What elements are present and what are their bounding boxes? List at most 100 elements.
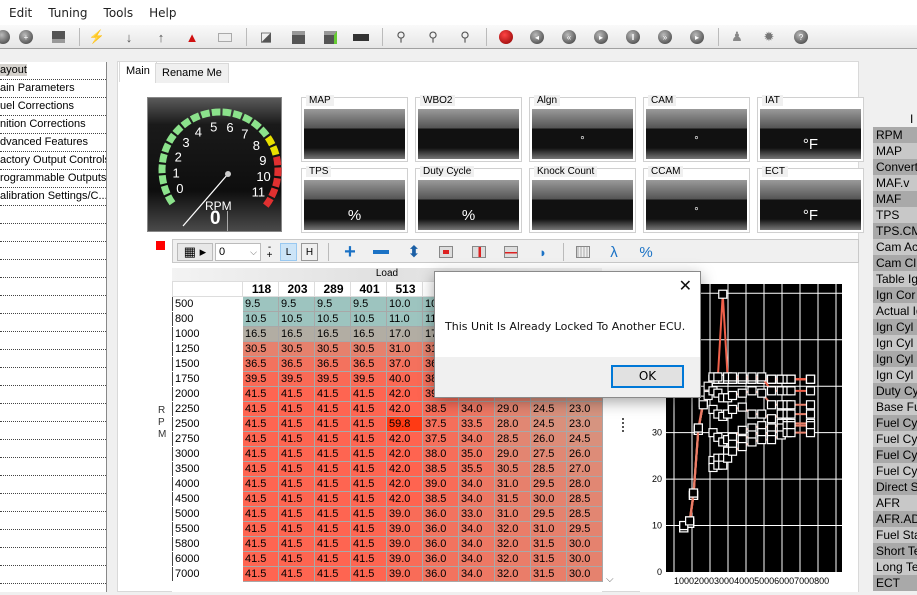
sidebar-empty-row[interactable] xyxy=(0,368,106,386)
rpm-row-header[interactable]: 2000 xyxy=(173,387,243,402)
map-cell[interactable]: 41.5 xyxy=(351,432,387,447)
map-cell[interactable]: 41.5 xyxy=(243,462,279,477)
map-cell[interactable]: 23.0 xyxy=(567,417,603,432)
map-cell[interactable]: 41.5 xyxy=(243,567,279,582)
chart-point[interactable] xyxy=(807,410,815,418)
map-cell[interactable]: 30.5 xyxy=(279,342,315,357)
map-cell[interactable]: 30.0 xyxy=(531,492,567,507)
map-cell[interactable]: 30.5 xyxy=(495,462,531,477)
map-cell[interactable]: 41.5 xyxy=(279,477,315,492)
chart-point[interactable] xyxy=(807,401,815,409)
plug-icon[interactable]: ⚡ xyxy=(88,28,106,46)
parameter-list-item[interactable]: Fuel Cy xyxy=(873,463,917,479)
map-cell[interactable]: 16.5 xyxy=(351,327,387,342)
load-column-header[interactable]: 203 xyxy=(279,282,315,297)
map-cell[interactable]: 10.5 xyxy=(279,312,315,327)
parameter-list-item[interactable]: Fuel Cy xyxy=(873,415,917,431)
map-cell[interactable]: 9.5 xyxy=(351,297,387,312)
chart-point[interactable] xyxy=(738,426,746,434)
sidebar-item[interactable]: dvanced Features xyxy=(0,134,106,152)
rpm-row-header[interactable]: 3500 xyxy=(173,462,243,477)
rpm-row-header[interactable]: 2250 xyxy=(173,402,243,417)
map-cell[interactable]: 37.0 xyxy=(387,357,423,372)
sidebar-item[interactable]: uel Corrections xyxy=(0,98,106,116)
map-cell[interactable]: 41.5 xyxy=(279,537,315,552)
parameter-list-item[interactable]: MAP xyxy=(873,143,917,159)
map-cell[interactable]: 31.5 xyxy=(531,552,567,567)
sidebar-empty-row[interactable] xyxy=(0,422,106,440)
sidebar-empty-row[interactable] xyxy=(0,224,106,242)
map-cell[interactable]: 30.5 xyxy=(351,342,387,357)
sidebar-empty-row[interactable] xyxy=(0,332,106,350)
chart-point[interactable] xyxy=(748,438,756,446)
map-cell[interactable]: 41.5 xyxy=(243,447,279,462)
sidebar-empty-row[interactable] xyxy=(0,260,106,278)
map-cell[interactable]: 30.5 xyxy=(243,342,279,357)
parameter-list-item[interactable]: AFR xyxy=(873,495,917,511)
map-cell[interactable]: 10.0 xyxy=(387,297,423,312)
map-cell[interactable]: 9.5 xyxy=(243,297,279,312)
sidebar-empty-row[interactable] xyxy=(0,530,106,548)
map-cell[interactable]: 37.5 xyxy=(423,432,459,447)
menu-help[interactable]: Help xyxy=(149,6,176,20)
set-value-icon[interactable]: ⬍ xyxy=(405,243,423,261)
map-cell[interactable]: 41.5 xyxy=(351,507,387,522)
parameter-list-item[interactable]: Ign Cor xyxy=(873,287,917,303)
table-grid-icon[interactable] xyxy=(574,243,592,261)
map-cell[interactable]: 41.5 xyxy=(315,552,351,567)
load-column-header[interactable]: 401 xyxy=(351,282,387,297)
map-cell[interactable]: 41.5 xyxy=(315,567,351,582)
sidebar-empty-row[interactable] xyxy=(0,278,106,296)
map-cell[interactable]: 41.5 xyxy=(243,507,279,522)
map-cell[interactable]: 39.5 xyxy=(351,372,387,387)
pause-icon[interactable]: ǁ xyxy=(624,28,642,46)
rpm-row-header[interactable]: 500 xyxy=(173,297,243,312)
chart-point[interactable] xyxy=(738,443,746,451)
map-cell[interactable]: 41.5 xyxy=(279,507,315,522)
chart-point[interactable] xyxy=(758,410,766,418)
map-cell[interactable]: 41.5 xyxy=(243,417,279,432)
rpm-row-header[interactable]: 4500 xyxy=(173,492,243,507)
map-cell[interactable]: 41.5 xyxy=(279,402,315,417)
rpm-row-header[interactable]: 2750 xyxy=(173,432,243,447)
map-cell[interactable]: 41.5 xyxy=(243,552,279,567)
map-cell[interactable]: 32.0 xyxy=(495,567,531,582)
map-cell[interactable]: 30.0 xyxy=(567,567,603,582)
chart-point[interactable] xyxy=(748,410,756,418)
splitter-handle[interactable] xyxy=(622,418,624,432)
map-cell[interactable]: 41.5 xyxy=(315,507,351,522)
map-cell[interactable]: 41.5 xyxy=(351,492,387,507)
sidebar-empty-row[interactable] xyxy=(0,566,106,584)
parameter-list-item[interactable]: Ign Cyl xyxy=(873,367,917,383)
increase-icon[interactable]: + xyxy=(341,243,359,261)
parameter-list-item[interactable]: RPM xyxy=(873,127,917,143)
map-cell[interactable]: 36.5 xyxy=(279,357,315,372)
map-cell[interactable]: 41.5 xyxy=(279,417,315,432)
map-cell[interactable]: 41.5 xyxy=(243,432,279,447)
map-cell[interactable]: 28.5 xyxy=(567,507,603,522)
ok-button[interactable]: OK xyxy=(611,365,684,388)
save-disk-icon[interactable] xyxy=(49,28,67,46)
map-cell[interactable]: 41.5 xyxy=(351,552,387,567)
map-cell[interactable]: 42.0 xyxy=(387,432,423,447)
menu-edit[interactable]: Edit xyxy=(9,6,32,20)
map-cell[interactable]: 39.5 xyxy=(315,372,351,387)
rewind-icon[interactable]: « xyxy=(560,28,578,46)
sidebar-item[interactable]: rogrammable Outputs xyxy=(0,170,106,188)
upload-icon[interactable]: ↑ xyxy=(152,28,170,46)
chart-point[interactable] xyxy=(690,489,698,497)
map-cell[interactable]: 38.0 xyxy=(423,447,459,462)
scroll-down-icon[interactable]: ⌵ xyxy=(606,574,614,585)
map-cell[interactable]: 9.5 xyxy=(279,297,315,312)
chart-point[interactable] xyxy=(748,373,756,381)
map-cell[interactable]: 27.5 xyxy=(531,447,567,462)
chart-point[interactable] xyxy=(729,447,737,455)
map-cell[interactable]: 41.5 xyxy=(315,432,351,447)
parameter-list-item[interactable]: Ign Cyl xyxy=(873,351,917,367)
map-cell[interactable]: 41.5 xyxy=(315,537,351,552)
map-cell[interactable]: 11.0 xyxy=(387,312,423,327)
map-cell[interactable]: 41.5 xyxy=(315,477,351,492)
map-cell[interactable]: 26.0 xyxy=(531,432,567,447)
map-cell[interactable]: 35.5 xyxy=(459,462,495,477)
user-icon[interactable]: ♟ xyxy=(728,28,746,46)
